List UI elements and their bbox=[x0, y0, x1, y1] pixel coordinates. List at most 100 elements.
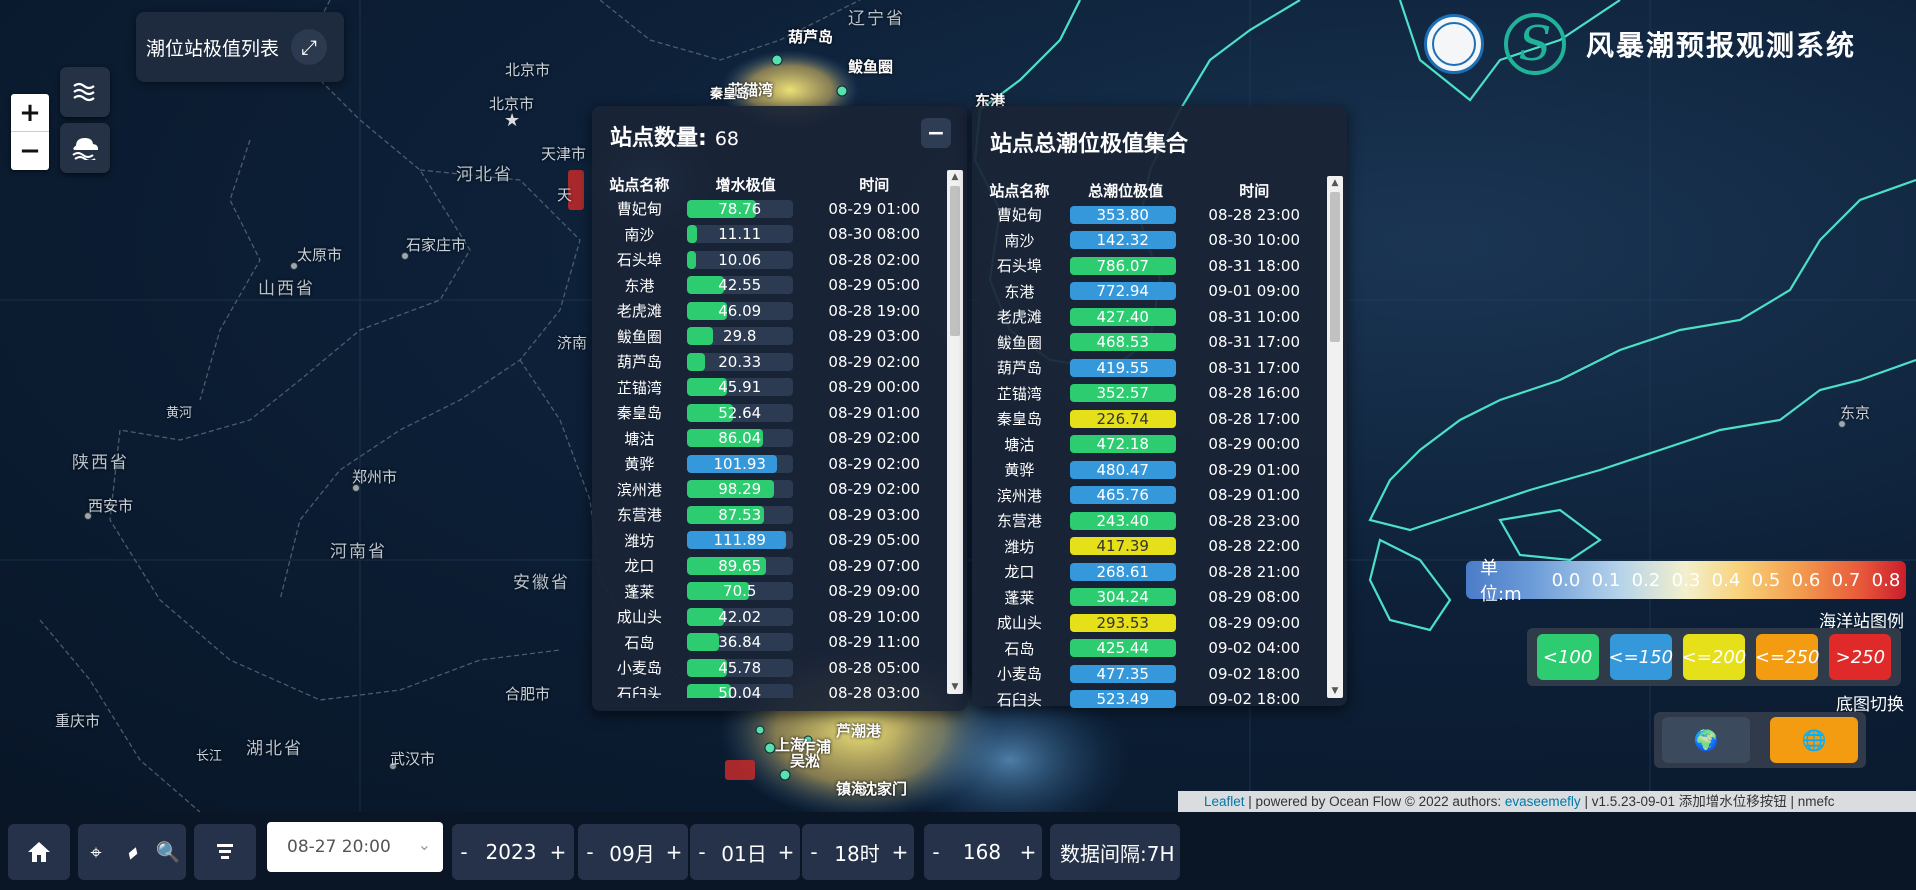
station-name: 成山头 bbox=[616, 608, 662, 627]
globe-dark-icon: 🌍 bbox=[1693, 728, 1719, 752]
scroll-thumb[interactable] bbox=[950, 186, 960, 336]
table-row[interactable]: 芷锚湾 352.57 08-28 16:00 bbox=[972, 381, 1324, 407]
hour-minus-button[interactable]: - bbox=[802, 824, 826, 880]
month-plus-button[interactable]: + bbox=[662, 824, 686, 880]
surge-table[interactable]: 站点名称 增水极值 时间 曹妃甸 78.76 08-29 01:00 南沙 11.11 0… bbox=[592, 172, 944, 698]
table-row[interactable]: 小麦岛 477.35 09-02 18:00 bbox=[972, 661, 1324, 687]
zoom-out-button[interactable]: − bbox=[11, 132, 49, 170]
basemap-light-button[interactable]: 🌐 bbox=[1770, 717, 1858, 763]
table-row[interactable]: 秦皇岛 52.64 08-29 01:00 bbox=[592, 400, 944, 426]
station-time: 08-28 17:00 bbox=[1208, 409, 1300, 428]
table-row[interactable]: 东营港 87.53 08-29 03:00 bbox=[592, 502, 944, 528]
table-row[interactable]: 黄骅 480.47 08-29 01:00 bbox=[972, 457, 1324, 483]
table-row[interactable]: 东港 772.94 09-01 09:00 bbox=[972, 279, 1324, 305]
surge-scrollbar[interactable]: ▲ ▼ bbox=[947, 170, 963, 694]
month-minus-button[interactable]: - bbox=[578, 824, 602, 880]
table-row[interactable]: 南沙 11.11 08-30 08:00 bbox=[592, 222, 944, 248]
span-minus-button[interactable]: - bbox=[924, 824, 948, 880]
span-plus-button[interactable]: + bbox=[1016, 824, 1040, 880]
total-value-cell: 268.61 bbox=[1067, 562, 1185, 581]
table-row[interactable]: 潍坊 417.39 08-28 22:00 bbox=[972, 534, 1324, 560]
surge-value: 20.33 bbox=[718, 352, 762, 371]
station-time: 08-29 05:00 bbox=[828, 531, 920, 550]
table-row[interactable]: 石岛 425.44 09-02 04:00 bbox=[972, 636, 1324, 662]
search-zoom-button[interactable]: 🔍 bbox=[150, 824, 186, 880]
table-row[interactable]: 塘沽 472.18 08-29 00:00 bbox=[972, 432, 1324, 458]
station-name: 芷锚湾 bbox=[996, 384, 1042, 403]
day-minus-button[interactable]: - bbox=[690, 824, 714, 880]
total-value-cell: 477.35 bbox=[1067, 664, 1185, 683]
total-scrollbar[interactable]: ▲ ▼ bbox=[1327, 176, 1343, 698]
table-row[interactable]: 曹妃甸 353.80 08-28 23:00 bbox=[972, 202, 1324, 228]
date-time-select[interactable]: 08-27 20:00 ⌄ bbox=[267, 822, 443, 872]
station-count-label: 站点数量: bbox=[610, 126, 707, 151]
storm-surge-layer-button[interactable] bbox=[60, 123, 110, 173]
waves-layer-button[interactable] bbox=[60, 67, 110, 117]
filter-group bbox=[194, 824, 256, 880]
table-row[interactable]: 石臼头 523.49 09-02 18:00 bbox=[972, 687, 1324, 708]
table-row[interactable]: 南沙 142.32 08-30 10:00 bbox=[972, 228, 1324, 254]
leaflet-link[interactable]: Leaflet bbox=[1204, 794, 1245, 809]
locate-button[interactable]: ⌖ bbox=[78, 824, 114, 880]
table-row[interactable]: 石臼头 50.04 08-28 03:00 bbox=[592, 681, 944, 698]
table-row[interactable]: 滨州港 98.29 08-29 02:00 bbox=[592, 477, 944, 503]
table-row[interactable]: 石头埠 10.06 08-28 02:00 bbox=[592, 247, 944, 273]
table-row[interactable]: 石岛 36.84 08-29 11:00 bbox=[592, 630, 944, 656]
legend-item[interactable]: >250 bbox=[1829, 634, 1892, 680]
nmefc-logo bbox=[1423, 14, 1484, 74]
collapse-button[interactable]: − bbox=[921, 118, 951, 148]
table-row[interactable]: 石头埠 786.07 08-31 18:00 bbox=[972, 253, 1324, 279]
table-row[interactable]: 老虎滩 46.09 08-28 19:00 bbox=[592, 298, 944, 324]
scroll-down-icon[interactable]: ▼ bbox=[1327, 684, 1343, 698]
filter-button[interactable] bbox=[194, 824, 256, 880]
author-link[interactable]: evaseemefly bbox=[1505, 794, 1581, 809]
expand-icon[interactable]: ⤢ bbox=[291, 29, 328, 65]
table-row[interactable]: 蓬莱 70.5 08-29 09:00 bbox=[592, 579, 944, 605]
table-row[interactable]: 塘沽 86.04 08-29 02:00 bbox=[592, 426, 944, 452]
table-row[interactable]: 龙口 89.65 08-29 07:00 bbox=[592, 553, 944, 579]
year-minus-button[interactable]: - bbox=[452, 824, 476, 880]
table-row[interactable]: 秦皇岛 226.74 08-28 17:00 bbox=[972, 406, 1324, 432]
table-row[interactable]: 小麦岛 45.78 08-28 05:00 bbox=[592, 655, 944, 681]
table-row[interactable]: 鲅鱼圈 29.8 08-29 03:00 bbox=[592, 324, 944, 350]
table-row[interactable]: 鲅鱼圈 468.53 08-31 17:00 bbox=[972, 330, 1324, 356]
table-row[interactable]: 蓬莱 304.24 08-29 08:00 bbox=[972, 585, 1324, 611]
table-row[interactable]: 黄骅 101.93 08-29 02:00 bbox=[592, 451, 944, 477]
scroll-down-icon[interactable]: ▼ bbox=[947, 680, 963, 694]
table-row[interactable]: 滨州港 465.76 08-29 01:00 bbox=[972, 483, 1324, 509]
station-legend: <100 <=150 <=200 <=250 >250 bbox=[1527, 628, 1901, 686]
basemap-dark-button[interactable]: 🌍 bbox=[1662, 717, 1750, 763]
zoom-in-button[interactable]: + bbox=[11, 94, 49, 132]
year-plus-button[interactable]: + bbox=[546, 824, 570, 880]
hour-plus-button[interactable]: + bbox=[888, 824, 912, 880]
table-row[interactable]: 葫芦岛 20.33 08-29 02:00 bbox=[592, 349, 944, 375]
scroll-up-icon[interactable]: ▲ bbox=[947, 170, 963, 184]
scroll-thumb[interactable] bbox=[1330, 192, 1340, 342]
table-row[interactable]: 葫芦岛 419.55 08-31 17:00 bbox=[972, 355, 1324, 381]
table-row[interactable]: 曹妃甸 78.76 08-29 01:00 bbox=[592, 196, 944, 222]
header-time: 时间 bbox=[859, 175, 890, 194]
chevron-down-icon: ⌄ bbox=[417, 835, 431, 854]
legend-item[interactable]: <100 bbox=[1536, 634, 1599, 680]
eraser-button[interactable]: ▰ bbox=[114, 824, 150, 880]
table-row[interactable]: 东港 42.55 08-29 05:00 bbox=[592, 273, 944, 299]
table-row[interactable]: 东营港 243.40 08-28 23:00 bbox=[972, 508, 1324, 534]
home-button[interactable] bbox=[8, 824, 70, 880]
table-row[interactable]: 潍坊 111.89 08-29 05:00 bbox=[592, 528, 944, 554]
day-plus-button[interactable]: + bbox=[774, 824, 798, 880]
total-table[interactable]: 站点名称 总潮位极值 时间 曹妃甸 353.80 08-28 23:00 南沙 142.… bbox=[972, 178, 1324, 708]
surge-bar: 101.93 bbox=[686, 454, 793, 473]
legend-item[interactable]: <=200 bbox=[1682, 634, 1746, 680]
scroll-up-icon[interactable]: ▲ bbox=[1327, 176, 1343, 190]
legend-item[interactable]: <=250 bbox=[1755, 634, 1819, 680]
table-row[interactable]: 成山头 42.02 08-29 10:00 bbox=[592, 604, 944, 630]
table-row[interactable]: 龙口 268.61 08-28 21:00 bbox=[972, 559, 1324, 585]
header-time: 时间 bbox=[1239, 181, 1270, 200]
table-row[interactable]: 芷锚湾 45.91 08-29 00:00 bbox=[592, 375, 944, 401]
station-name: 秦皇岛 bbox=[996, 410, 1042, 429]
legend-item[interactable]: <=150 bbox=[1609, 634, 1673, 680]
table-row[interactable]: 老虎滩 427.40 08-31 10:00 bbox=[972, 304, 1324, 330]
total-rows: 曹妃甸 353.80 08-28 23:00 南沙 142.32 08-30 10:00 石… bbox=[972, 202, 1324, 708]
table-row[interactable]: 成山头 293.53 08-29 09:00 bbox=[972, 610, 1324, 636]
station-extreme-list-toggle[interactable]: 潮位站极值列表 ⤢ bbox=[136, 12, 344, 82]
